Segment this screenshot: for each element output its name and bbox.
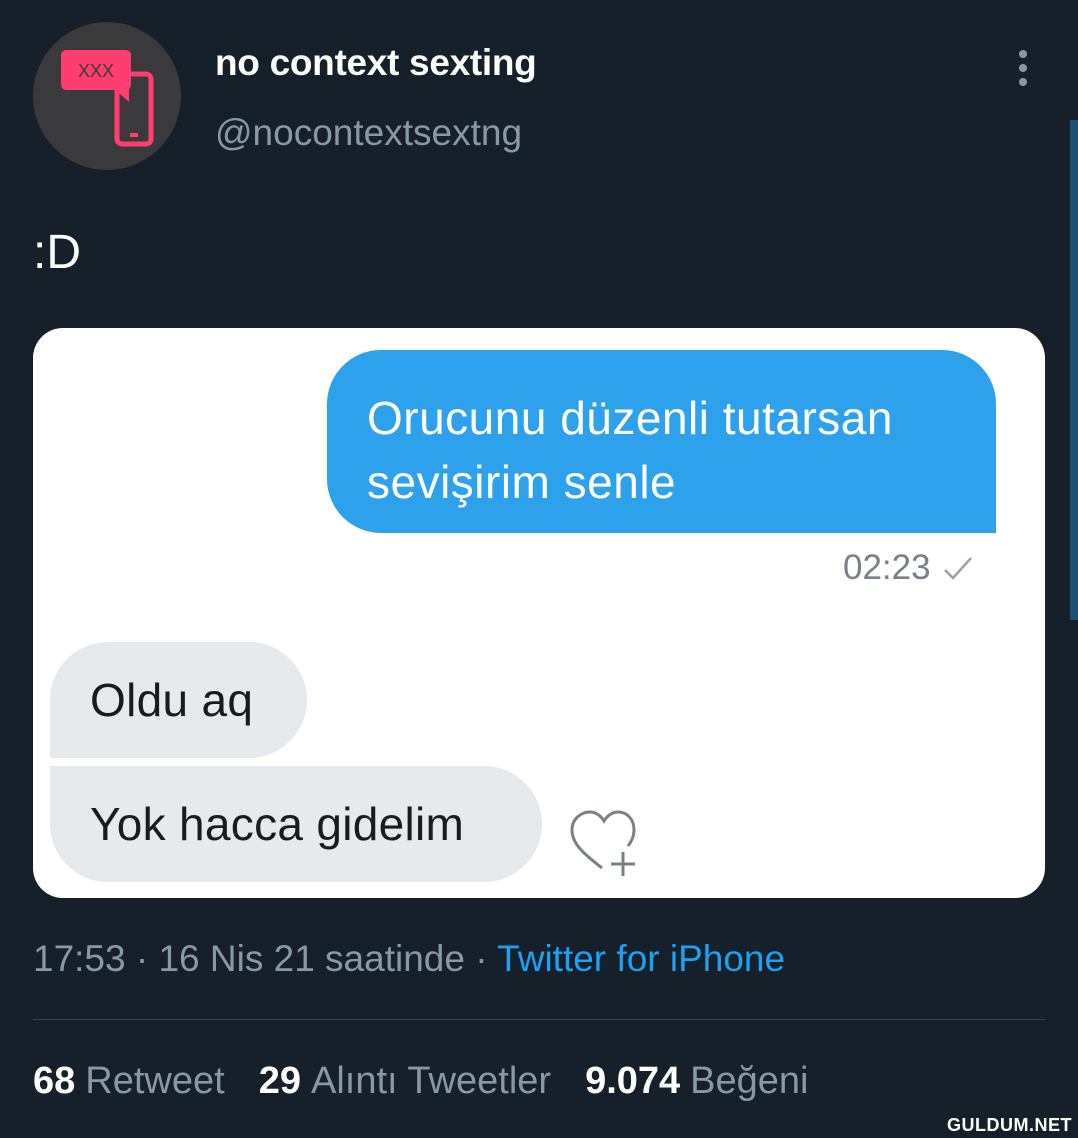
tweet-stats: 68 Retweet 29 Alıntı Tweetler 9.074 Beğeni [33, 1060, 808, 1103]
more-vertical-icon[interactable] [1010, 48, 1036, 88]
watermark: GULDUM.NET [947, 1115, 1072, 1135]
read-check-icon [943, 557, 972, 580]
incoming-message-bubble: Oldu aq [50, 642, 307, 758]
avatar-badge-text: XXX [78, 61, 114, 81]
message-time-text: 02:23 [843, 548, 931, 587]
display-name[interactable]: no context sexting [215, 42, 537, 84]
outgoing-message-bubble: Orucunu düzenli tutarsan sevişirim senle [327, 350, 996, 533]
retweets-count: 68 [33, 1060, 76, 1102]
incoming-message-bubble: Yok hacca gidelim [50, 766, 542, 882]
tweet-timestamp[interactable]: 17:53 · 16 Nis 21 saatinde · [33, 938, 497, 979]
quotes-label: Alıntı Tweetler [310, 1060, 552, 1102]
tweet-media-image[interactable]: Orucunu düzenli tutarsan sevişirim senle… [33, 328, 1045, 898]
message-time: 02:23 [843, 548, 975, 588]
heart-plus-icon [570, 810, 636, 876]
likes-count: 9.074 [585, 1060, 681, 1102]
avatar[interactable]: XXX [33, 22, 181, 170]
tweet-source-link[interactable]: Twitter for iPhone [497, 938, 785, 979]
user-handle[interactable]: @nocontextsextng [215, 112, 522, 154]
outgoing-message-line: Orucunu düzenli tutarsan [367, 392, 893, 444]
quotes-stat[interactable]: 29 Alıntı Tweetler [259, 1060, 551, 1103]
likes-label: Beğeni [690, 1060, 809, 1102]
tweet-text: :D [33, 226, 81, 279]
quotes-count: 29 [258, 1060, 301, 1102]
divider [33, 1019, 1045, 1020]
retweets-label: Retweet [85, 1060, 225, 1102]
phone-message-icon: XXX [61, 50, 154, 147]
outgoing-message-line: sevişirim senle [367, 456, 677, 508]
likes-stat[interactable]: 9.074 Beğeni [585, 1060, 808, 1103]
tweet-meta: 17:53 · 16 Nis 21 saatinde · Twitter for… [33, 938, 785, 980]
scrollbar-thumb[interactable] [1070, 120, 1078, 620]
retweets-stat[interactable]: 68 Retweet [33, 1060, 225, 1103]
